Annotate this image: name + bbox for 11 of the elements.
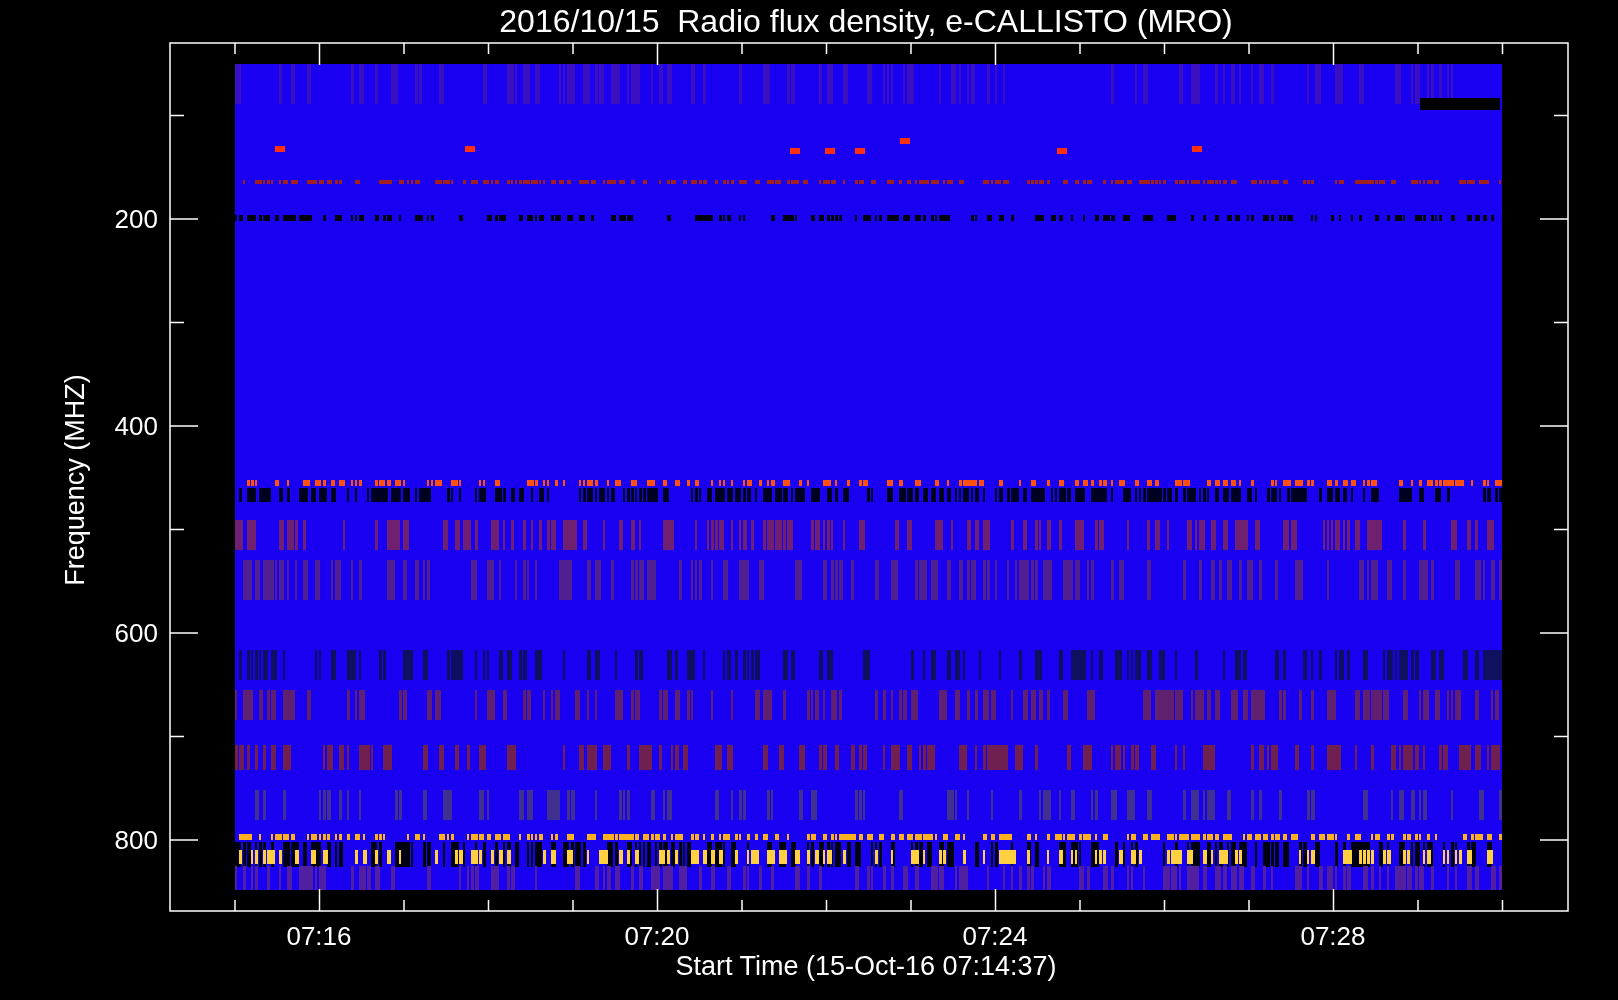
x-axis-title: Start Time (15-Oct-16 07:14:37): [675, 951, 1057, 981]
x-tick-label: 07:20: [624, 921, 690, 951]
y-axis-title: Frequency (MHZ): [60, 374, 90, 586]
y-tick-label: 600: [114, 618, 158, 648]
x-tick-label: 07:28: [1300, 921, 1366, 951]
y-tick-label: 400: [114, 411, 158, 441]
y-tick-label: 800: [114, 825, 158, 855]
x-tick-label: 07:16: [286, 921, 352, 951]
x-tick-label: 07:24: [962, 921, 1028, 951]
chart-title: 2016/10/15 Radio flux density, e-CALLISTO (MRO): [499, 3, 1233, 39]
y-tick-label: 200: [114, 204, 158, 234]
